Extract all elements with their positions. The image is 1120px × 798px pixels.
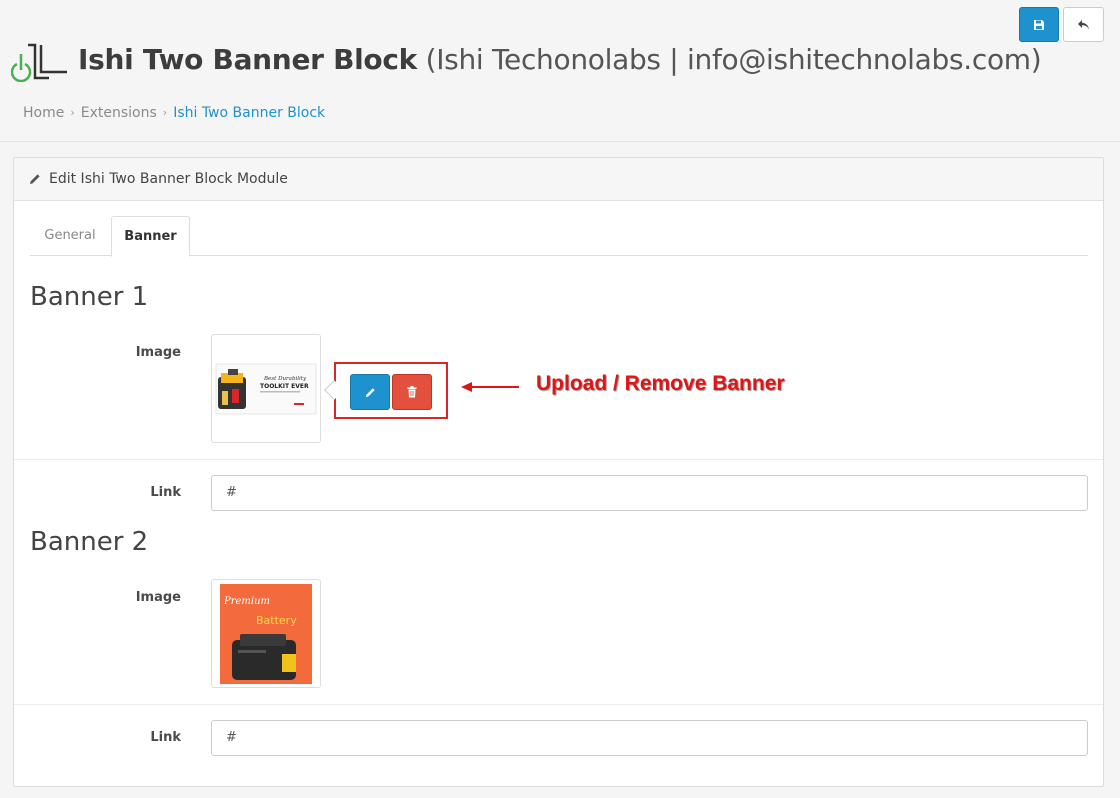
tab-general[interactable]: General bbox=[30, 216, 110, 256]
edit-module-panel: Edit Ishi Two Banner Block Module Genera… bbox=[13, 157, 1104, 787]
save-button[interactable] bbox=[1019, 7, 1059, 42]
edit-image-button[interactable] bbox=[350, 374, 390, 410]
banner1-image-label: Image bbox=[135, 345, 181, 360]
breadcrumb-home[interactable]: Home bbox=[23, 103, 64, 123]
tab-banner[interactable]: Banner bbox=[111, 216, 190, 257]
banner2-title: Banner 2 bbox=[30, 527, 149, 557]
banner1-thumb-text-1: Best Durability bbox=[263, 376, 307, 382]
banner2-thumb-text-2: Battery bbox=[256, 614, 297, 627]
header-actions bbox=[1019, 7, 1104, 42]
page-title-main: Ishi Two Banner Block bbox=[78, 43, 417, 76]
remove-image-button[interactable] bbox=[392, 374, 432, 410]
banner1-image-thumb[interactable]: Best Durability TOOLKIT EVER bbox=[211, 334, 321, 443]
panel-heading: Edit Ishi Two Banner Block Module bbox=[14, 158, 1103, 201]
header-divider bbox=[0, 141, 1120, 142]
page-title: Ishi Two Banner Block (Ishi Techonolabs … bbox=[78, 40, 1042, 80]
banner1-title: Banner 1 bbox=[30, 282, 149, 312]
ishi-logo bbox=[10, 42, 71, 83]
banner2-image-label: Image bbox=[135, 590, 181, 605]
row-divider bbox=[14, 704, 1103, 705]
pencil-icon bbox=[365, 387, 375, 397]
row-divider bbox=[14, 459, 1103, 460]
banner1-link-label: Link bbox=[150, 485, 181, 500]
panel-heading-text: Edit Ishi Two Banner Block Module bbox=[49, 171, 288, 187]
toolkit-banner-image: Best Durability TOOLKIT EVER bbox=[215, 363, 317, 415]
breadcrumb-extensions[interactable]: Extensions bbox=[81, 103, 157, 123]
chevron-right-icon: › bbox=[162, 106, 168, 119]
battery-banner-image: Premium Battery bbox=[220, 584, 312, 684]
annotation-arrow-icon bbox=[461, 382, 519, 392]
banner1-thumb-text-2: TOOLKIT EVER bbox=[260, 383, 309, 390]
module-tabs: General Banner bbox=[30, 216, 1088, 257]
annotation-text: Upload / Remove Banner bbox=[536, 372, 785, 395]
reply-icon bbox=[1077, 19, 1089, 29]
banner2-thumb-text-1: Premium bbox=[223, 596, 270, 607]
save-icon bbox=[1034, 19, 1044, 30]
banner1-link-input[interactable]: # bbox=[211, 475, 1088, 511]
trash-icon bbox=[407, 386, 417, 398]
breadcrumb-current[interactable]: Ishi Two Banner Block bbox=[173, 103, 325, 123]
popover-caret bbox=[324, 380, 344, 400]
back-button[interactable] bbox=[1063, 7, 1104, 42]
page-title-subtitle: (Ishi Techonolabs | info@ishitechnolabs.… bbox=[425, 43, 1042, 76]
banner2-link-label: Link bbox=[150, 730, 181, 745]
pencil-icon bbox=[29, 173, 41, 185]
banner2-link-input[interactable]: # bbox=[211, 720, 1088, 756]
breadcrumb: Home › Extensions › Ishi Two Banner Bloc… bbox=[23, 103, 325, 123]
chevron-right-icon: › bbox=[70, 106, 75, 119]
image-actions-popover bbox=[324, 362, 448, 419]
banner2-image-thumb[interactable]: Premium Battery bbox=[211, 579, 321, 688]
